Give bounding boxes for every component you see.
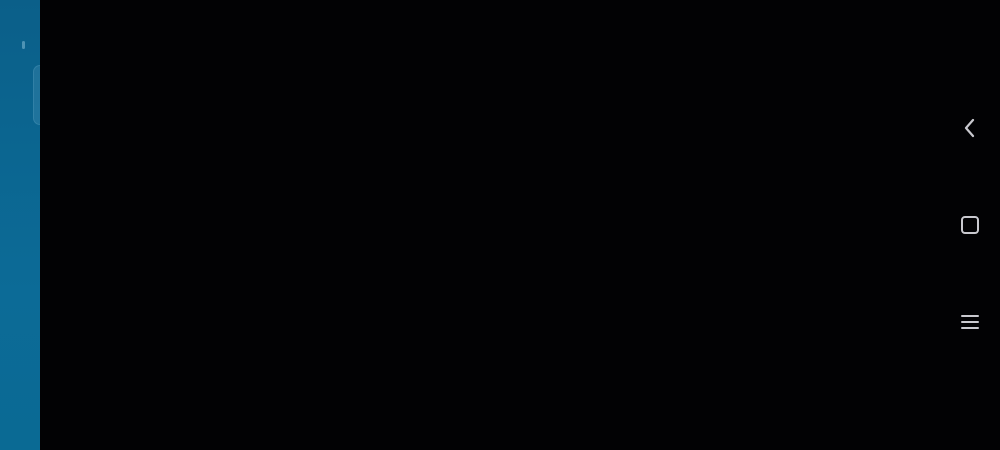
strip-edge-handle[interactable] xyxy=(33,65,40,125)
navigation-bar xyxy=(940,0,1000,450)
back-chevron-icon xyxy=(964,118,975,138)
left-app-strip xyxy=(0,0,40,450)
recent-apps-button[interactable] xyxy=(940,298,1000,346)
home-square-icon xyxy=(961,216,979,234)
dark-content-area xyxy=(40,0,940,450)
strip-indicator xyxy=(22,41,25,49)
menu-lines-icon xyxy=(961,315,979,329)
home-button[interactable] xyxy=(940,201,1000,249)
phone-screen xyxy=(0,0,1000,450)
back-button[interactable] xyxy=(940,104,1000,152)
